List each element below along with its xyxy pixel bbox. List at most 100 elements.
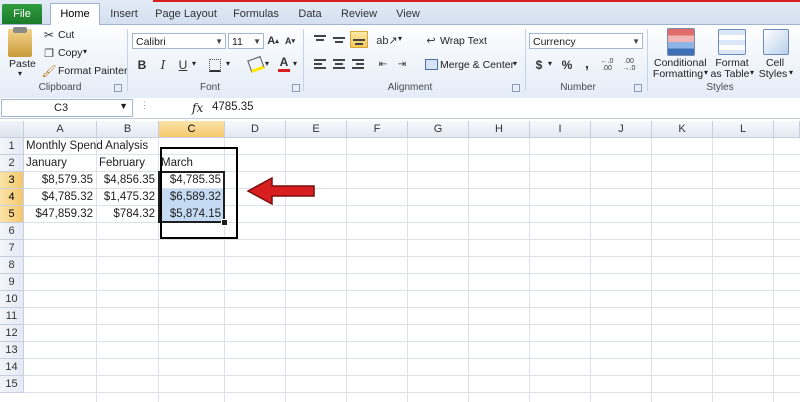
cell-a4[interactable]: $4,785.32 [24,189,97,206]
italic-button[interactable]: I [155,57,171,73]
column-header-a[interactable]: A [24,121,97,138]
increase-decimal-icon[interactable]: ←.0.00 [598,57,616,72]
cell-a3[interactable]: $8,579.35 [24,172,97,189]
tab-formulas[interactable]: Formulas [228,4,284,24]
align-bottom-icon[interactable] [350,31,368,48]
paste-dropdown-icon[interactable]: ▾ [18,69,22,78]
row-header-12[interactable]: 12 [0,325,24,342]
cell-b4[interactable]: $1,475.32 [97,189,159,206]
cell-c4[interactable]: $6,589.32 [159,189,225,206]
column-header-e[interactable]: E [286,121,347,138]
merge-center-button[interactable]: Merge & Center [440,59,514,71]
insert-function-button[interactable]: fx [192,101,203,115]
cell-b5[interactable]: $784.32 [97,206,159,223]
cell-c2[interactable]: March [159,155,225,172]
row-header-1[interactable]: 1 [0,138,24,155]
paste-button[interactable]: Paste [9,58,36,70]
borders-dropdown-icon[interactable]: ▾ [226,59,230,68]
alignment-launcher-icon[interactable] [512,84,520,92]
scissors-icon[interactable]: ✂ [42,28,56,42]
fill-color-dropdown-icon[interactable]: ▾ [265,59,269,68]
clipboard-launcher-icon[interactable] [114,84,122,92]
row-header-11[interactable]: 11 [0,308,24,325]
accounting-dropdown-icon[interactable]: ▾ [548,59,552,68]
column-header-l[interactable]: L [713,121,774,138]
tab-view[interactable]: View [390,4,426,24]
font-size-select[interactable]: 11 ▼ [228,33,264,49]
cell-styles-dropdown-icon[interactable]: ▾ [789,68,793,77]
merge-center-icon[interactable] [424,57,438,71]
copy-icon[interactable]: ❐ [42,46,56,60]
row-header-15[interactable]: 15 [0,376,24,393]
column-header-f[interactable]: F [347,121,408,138]
number-format-select[interactable]: Currency ▼ [529,33,643,49]
number-launcher-icon[interactable] [634,84,642,92]
align-center-icon[interactable] [331,57,347,71]
row-header-4[interactable]: 4 [0,189,24,206]
font-launcher-icon[interactable] [292,84,300,92]
column-header-c[interactable]: C [159,121,225,138]
format-painter-button[interactable]: Format Painter [58,65,127,77]
conditional-formatting-label-2[interactable]: Formatting [652,68,704,80]
format-table-dropdown-icon[interactable]: ▾ [750,68,754,77]
row-header-6[interactable]: 6 [0,223,24,240]
decrease-indent-icon[interactable]: ⇤ [375,57,391,71]
tab-home[interactable]: Home [50,3,100,26]
tab-review[interactable]: Review [336,4,382,24]
accounting-format-button[interactable]: $ [532,57,546,72]
row-header-13[interactable]: 13 [0,342,24,359]
font-name-select[interactable]: Calibri ▼ [132,33,226,49]
row-header-3[interactable]: 3 [0,172,24,189]
bold-button[interactable]: B [134,57,150,73]
cell-b2[interactable]: February [97,155,159,172]
row-header-9[interactable]: 9 [0,274,24,291]
conditional-formatting-icon[interactable] [667,28,695,56]
format-as-table-icon[interactable] [718,29,746,55]
fill-color-icon[interactable] [247,55,265,74]
row-header-7[interactable]: 7 [0,240,24,257]
select-all-button[interactable] [0,121,24,138]
cell-b3[interactable]: $4,856.35 [97,172,159,189]
format-as-table-label-2[interactable]: as Table [708,68,752,80]
copy-dropdown-icon[interactable]: ▾ [83,47,87,56]
format-painter-icon[interactable]: 🖌 [41,64,56,78]
chevron-down-icon[interactable]: ▼ [119,101,128,111]
column-header-g[interactable]: G [408,121,469,138]
grow-font-icon[interactable]: A ▴ [266,33,280,49]
align-middle-icon[interactable] [331,33,347,47]
cell-a5[interactable]: $47,859.32 [24,206,97,223]
align-right-icon[interactable] [350,57,366,71]
row-header-8[interactable]: 8 [0,257,24,274]
cell-c5[interactable]: $5,874.15 [159,206,225,223]
column-header-b[interactable]: B [97,121,159,138]
orientation-dropdown-icon[interactable]: ▾ [398,34,402,43]
formula-input[interactable]: 4785.35 [212,101,254,113]
cell-c3[interactable]: $4,785.35 [159,172,225,189]
align-left-icon[interactable] [312,57,328,71]
font-color-icon[interactable]: A [277,55,291,72]
cell-styles-icon[interactable] [763,29,789,55]
tab-data[interactable]: Data [292,4,328,24]
formula-bar-resize-handle[interactable]: ⋮ [140,100,152,116]
copy-button[interactable]: Copy [58,47,83,59]
row-header-14[interactable]: 14 [0,359,24,376]
orientation-icon[interactable]: ab↗ [376,33,397,47]
name-box[interactable]: C3 ▼ [1,99,133,117]
column-header-i[interactable]: I [530,121,591,138]
column-header-partial[interactable] [774,121,800,138]
row-header-2[interactable]: 2 [0,155,24,172]
merge-dropdown-icon[interactable]: ▾ [513,59,517,68]
cell-a1[interactable]: Monthly Spend Analysis [24,138,164,155]
row-header-10[interactable]: 10 [0,291,24,308]
borders-icon[interactable] [205,57,225,73]
row-header-5[interactable]: 5 [0,206,24,223]
column-header-k[interactable]: K [652,121,713,138]
column-header-d[interactable]: D [225,121,286,138]
shrink-font-icon[interactable]: A ▾ [283,33,297,49]
increase-indent-icon[interactable]: ⇥ [394,57,410,71]
underline-dropdown-icon[interactable]: ▾ [192,59,196,68]
font-color-dropdown-icon[interactable]: ▾ [293,59,297,68]
align-top-icon[interactable] [312,33,328,47]
column-header-j[interactable]: J [591,121,652,138]
tab-file[interactable]: File [2,4,42,24]
